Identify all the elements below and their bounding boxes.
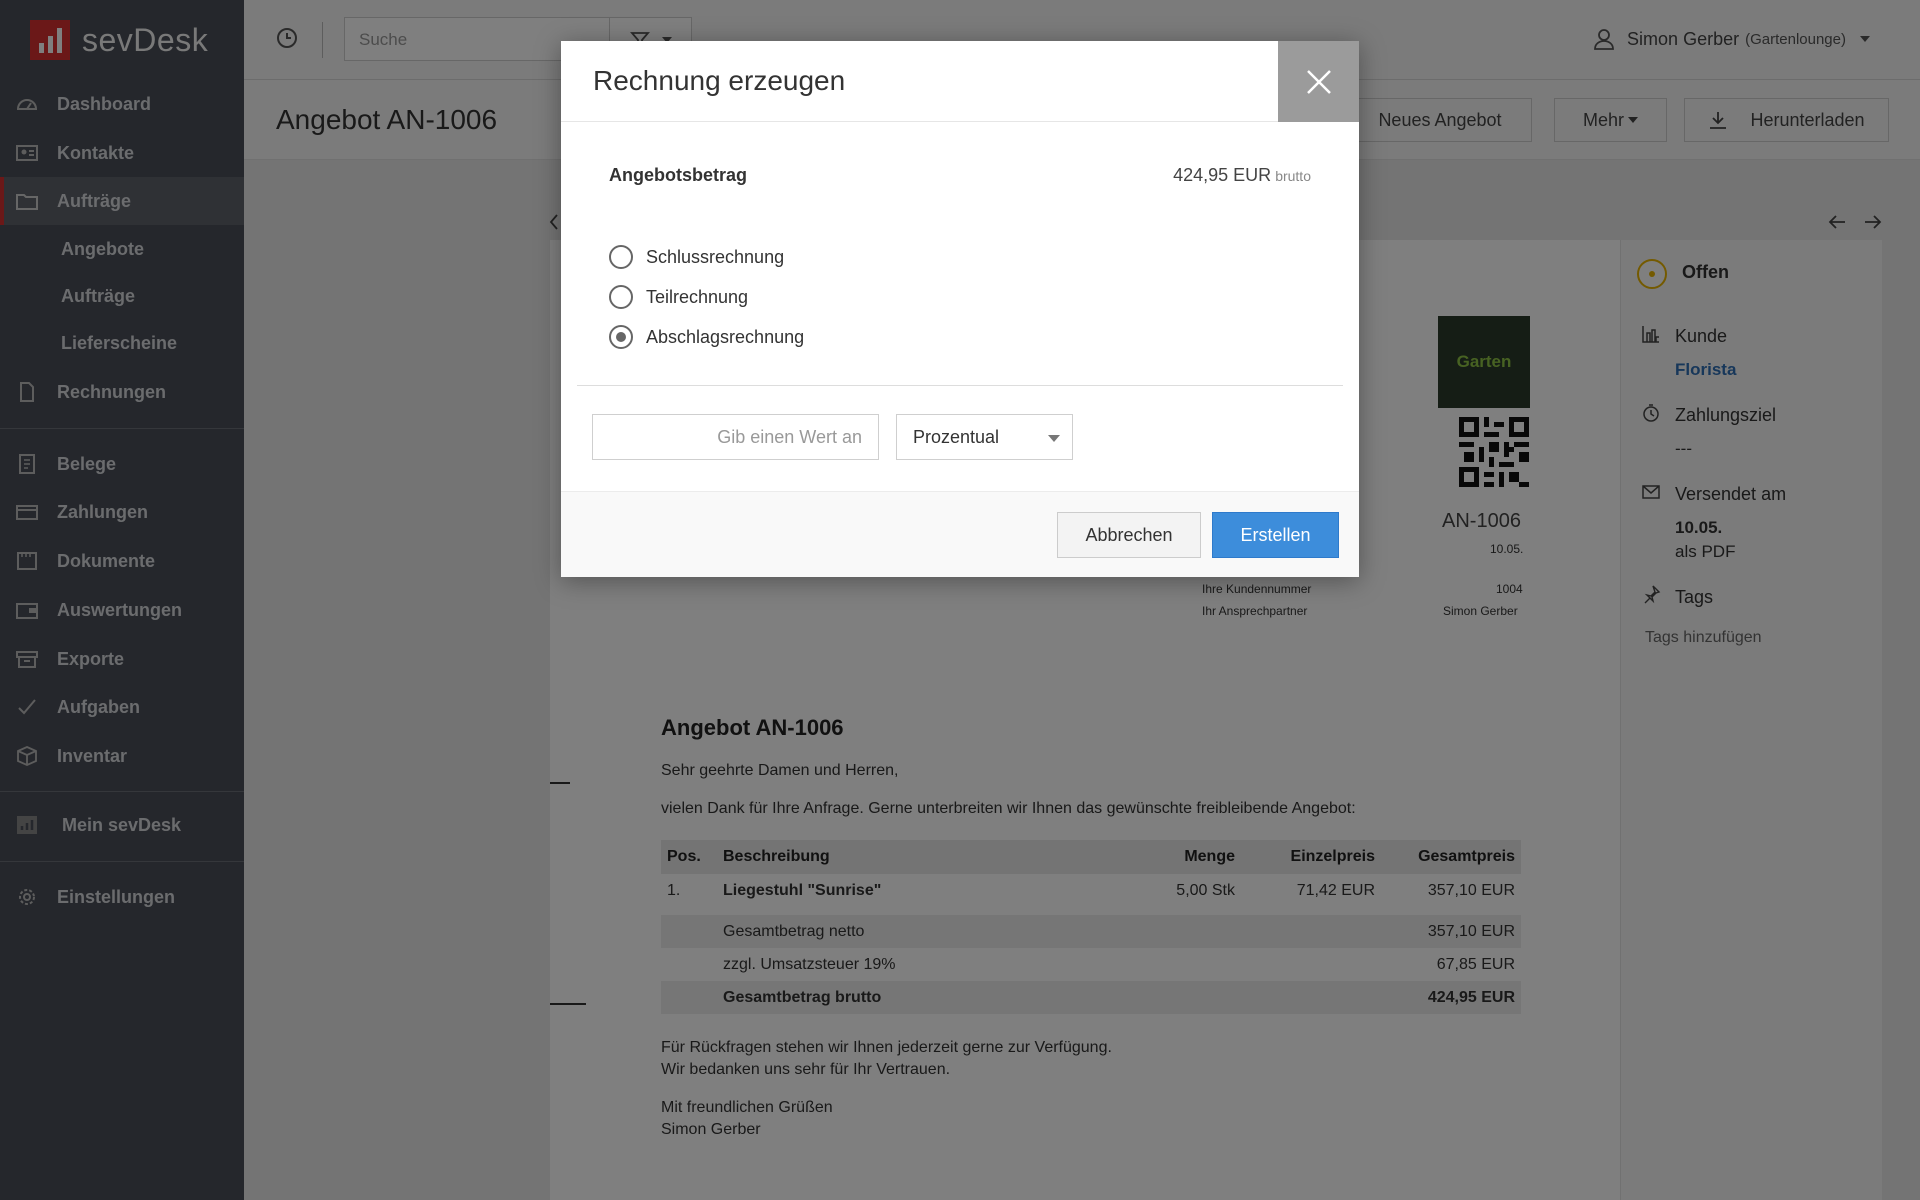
chevron-down-icon: [1048, 435, 1060, 442]
close-button[interactable]: [1278, 41, 1359, 122]
close-icon: [1306, 69, 1331, 94]
radio-partial-invoice[interactable]: Teilrechnung: [609, 284, 748, 310]
create-invoice-dialog: Rechnung erzeugen Angebotsbetrag 424,95 …: [561, 41, 1359, 577]
dialog-header: Rechnung erzeugen: [561, 41, 1359, 122]
dialog-divider: [577, 385, 1343, 386]
create-button[interactable]: Erstellen: [1212, 512, 1339, 558]
offer-amount-label: Angebotsbetrag: [609, 165, 748, 185]
radio-circle[interactable]: [609, 245, 633, 269]
radio-circle[interactable]: [609, 285, 633, 309]
radio-down-payment-invoice[interactable]: Abschlagsrechnung: [609, 324, 804, 350]
radio-label: Abschlagsrechnung: [646, 326, 805, 347]
cancel-button[interactable]: Abbrechen: [1057, 512, 1201, 558]
dialog-title: Rechnung erzeugen: [593, 65, 846, 96]
amount-value-input[interactable]: [592, 414, 879, 460]
amount-unit-select[interactable]: Prozentual: [896, 414, 1073, 460]
radio-circle-selected[interactable]: [609, 325, 633, 349]
radio-label: Teilrechnung: [646, 286, 749, 307]
radio-final-invoice[interactable]: Schlussrechnung: [609, 244, 784, 270]
radio-label: Schlussrechnung: [646, 246, 785, 267]
offer-amount-value: 424,95 EUR: [1173, 165, 1272, 185]
amount-unit-value: Prozentual: [913, 427, 1000, 447]
offer-amount-suffix: brutto: [1275, 168, 1311, 184]
offer-amount: 424,95 EUR brutto: [1173, 165, 1311, 186]
